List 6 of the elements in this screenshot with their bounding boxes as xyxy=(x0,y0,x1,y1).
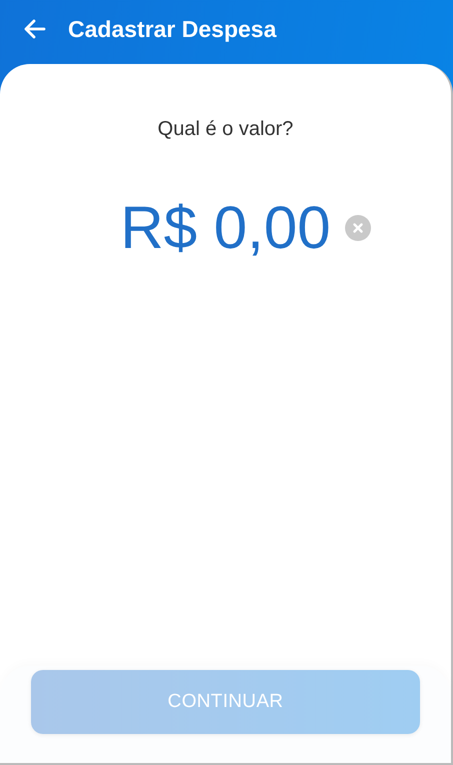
amount-value: R$ 0,00 xyxy=(120,193,331,262)
back-button[interactable] xyxy=(24,19,46,39)
back-arrow-icon xyxy=(24,19,46,39)
screen-title: Cadastrar Despesa xyxy=(68,16,276,42)
question-text: Qual é o valor? xyxy=(158,118,294,141)
close-icon xyxy=(352,222,363,232)
